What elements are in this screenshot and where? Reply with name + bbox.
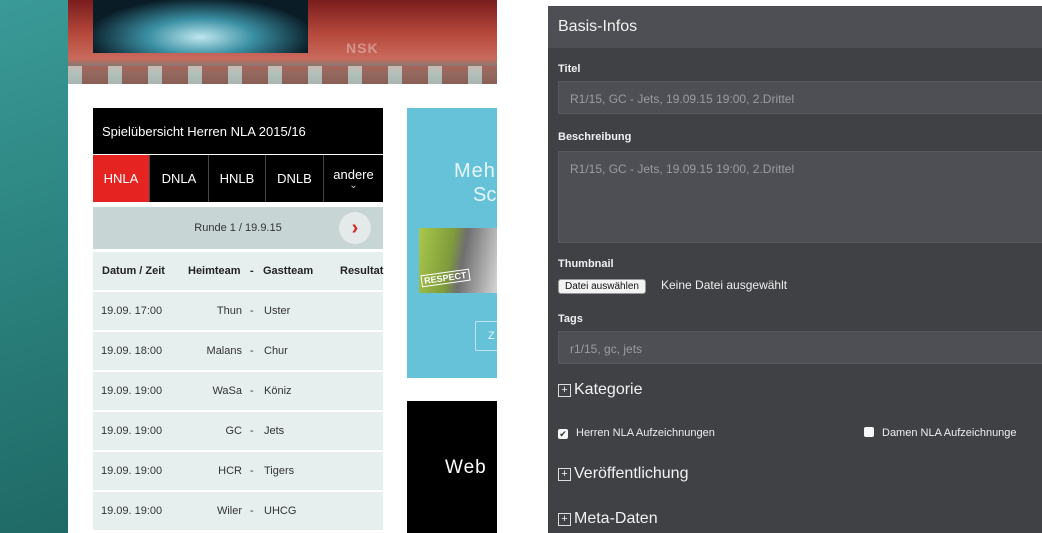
ad-subline: Sc	[473, 184, 497, 206]
checkbox-label: Damen NLA Aufzeichnunge	[882, 427, 1017, 439]
game-away: Köniz	[264, 385, 292, 397]
tags-value: r1/15, gc, jets	[570, 342, 643, 356]
title-label: Titel	[558, 63, 581, 75]
league-tabs: HNLA DNLA HNLB DNLB andere ⌄	[93, 155, 383, 202]
tab-hnlb[interactable]: HNLB	[209, 155, 266, 202]
table-row[interactable]: 19.09. 18:00 Malans - Chur	[93, 332, 383, 370]
ad-black-text: Web	[445, 457, 487, 478]
tab-label: HNLB	[219, 171, 255, 186]
game-dash: -	[250, 385, 254, 397]
column-home: Heimteam	[188, 265, 241, 277]
game-away: Tigers	[264, 465, 295, 477]
table-row[interactable]: 19.09. 19:00 GC - Jets	[93, 412, 383, 450]
tab-dnlb[interactable]: DNLB	[266, 155, 324, 202]
game-dash: -	[250, 345, 254, 357]
game-date: 19.09. 19:00	[101, 465, 163, 477]
game-home: HCR	[218, 465, 242, 477]
tab-label: DNLA	[161, 171, 197, 186]
tab-andere[interactable]: andere ⌄	[324, 155, 383, 202]
table-row[interactable]: 19.09. 17:00 Thun - Uster	[93, 292, 383, 330]
game-home: Malans	[206, 345, 242, 357]
expand-plus-icon: +	[558, 384, 571, 397]
ad-headline: Meh	[454, 160, 496, 182]
ad-button[interactable]: Z	[475, 321, 497, 351]
file-status: Keine Datei ausgewählt	[661, 278, 788, 292]
choose-file-button[interactable]: Datei auswählen	[558, 279, 646, 294]
meta-section-toggle[interactable]: + Meta-Daten	[558, 510, 658, 528]
section-header: Basis-Infos	[548, 6, 1042, 48]
section-label: Veröffentlichung	[574, 465, 689, 482]
game-dash: -	[250, 305, 254, 317]
table-row[interactable]: 19.09. 19:00 HCR - Tigers	[93, 452, 383, 490]
game-home: WaSa	[212, 385, 242, 397]
title-input[interactable]: R1/15, GC - Jets, 19.09.15 19:00, 2.Drit…	[558, 81, 1042, 114]
teal-background	[0, 0, 68, 533]
description-value: R1/15, GC - Jets, 19.09.15 19:00, 2.Drit…	[570, 162, 795, 176]
game-home: GC	[225, 425, 243, 437]
tab-dnla[interactable]: DNLA	[150, 155, 209, 202]
category-section-toggle[interactable]: + Kategorie	[558, 381, 643, 399]
schedule-table-header: Datum / Zeit Heimteam - Gastteam Resulta…	[93, 252, 383, 290]
table-row[interactable]: 19.09. 19:00 WaSa - Köniz	[93, 372, 383, 410]
game-date: 19.09. 19:00	[101, 505, 163, 517]
checkbox-herren-nla[interactable]: ✔ Herren NLA Aufzeichnungen	[558, 427, 715, 439]
admin-form-panel: Basis-Infos Titel R1/15, GC - Jets, 19.0…	[548, 6, 1042, 533]
game-away: Chur	[264, 345, 288, 357]
game-home: Wiler	[216, 505, 242, 517]
game-date: 19.09. 17:00	[101, 305, 163, 317]
game-date: 19.09. 19:00	[101, 385, 163, 397]
game-date: 19.09. 18:00	[101, 345, 163, 357]
checkbox-unchecked-icon	[864, 427, 874, 437]
next-round-button[interactable]: ›	[339, 212, 371, 244]
description-label: Beschreibung	[558, 131, 632, 143]
chevron-right-icon: ›	[351, 216, 359, 239]
publication-section-toggle[interactable]: + Veröffentlichung	[558, 465, 688, 483]
expand-plus-icon: +	[558, 513, 571, 526]
tab-label: HNLA	[103, 171, 139, 186]
chevron-down-icon: ⌄	[349, 180, 358, 191]
column-dash: -	[250, 265, 254, 277]
column-date: Datum / Zeit	[102, 265, 165, 277]
section-label: Kategorie	[574, 381, 643, 398]
ad-banner-black[interactable]: Web	[407, 401, 497, 533]
expand-plus-icon: +	[558, 468, 571, 481]
ad-banner-blue[interactable]: Meh Sc RESPECT Z	[407, 108, 497, 378]
tags-input[interactable]: r1/15, gc, jets	[558, 331, 1042, 364]
column-away: Gastteam	[263, 265, 314, 277]
game-away: Jets	[264, 425, 285, 437]
checkbox-checked-icon: ✔	[558, 429, 568, 439]
website-panel: NSK Spielübersicht Herren NLA 2015/16 HN…	[0, 0, 497, 533]
ad-button-label: Z	[488, 330, 495, 342]
tab-hnla[interactable]: HNLA	[93, 155, 150, 202]
hero-image	[93, 0, 308, 53]
table-row[interactable]: 19.09. 19:00 Wiler - UHCG	[93, 492, 383, 530]
game-dash: -	[250, 465, 254, 477]
schedule-title: Spielübersicht Herren NLA 2015/16	[93, 108, 383, 154]
hero-text: NSK	[346, 40, 379, 56]
title-value: R1/15, GC - Jets, 19.09.15 19:00, 2.Drit…	[570, 92, 795, 106]
hero-banner: NSK	[68, 0, 497, 84]
game-home: Thun	[216, 305, 242, 317]
description-textarea[interactable]: R1/15, GC - Jets, 19.09.15 19:00, 2.Drit…	[558, 151, 1042, 243]
checkbox-label: Herren NLA Aufzeichnungen	[576, 427, 715, 439]
tab-label: DNLB	[277, 171, 312, 186]
tags-label: Tags	[558, 313, 583, 325]
game-dash: -	[250, 425, 254, 437]
game-away: UHCG	[264, 505, 297, 517]
game-dash: -	[250, 505, 254, 517]
game-date: 19.09. 19:00	[101, 425, 163, 437]
thumbnail-label: Thumbnail	[558, 258, 614, 270]
checkbox-damen-nla[interactable]: Damen NLA Aufzeichnunge	[864, 427, 1017, 439]
column-result: Resultat	[340, 265, 384, 277]
hero-stripes	[68, 66, 497, 84]
section-label: Meta-Daten	[574, 510, 658, 527]
game-away: Uster	[264, 305, 291, 317]
